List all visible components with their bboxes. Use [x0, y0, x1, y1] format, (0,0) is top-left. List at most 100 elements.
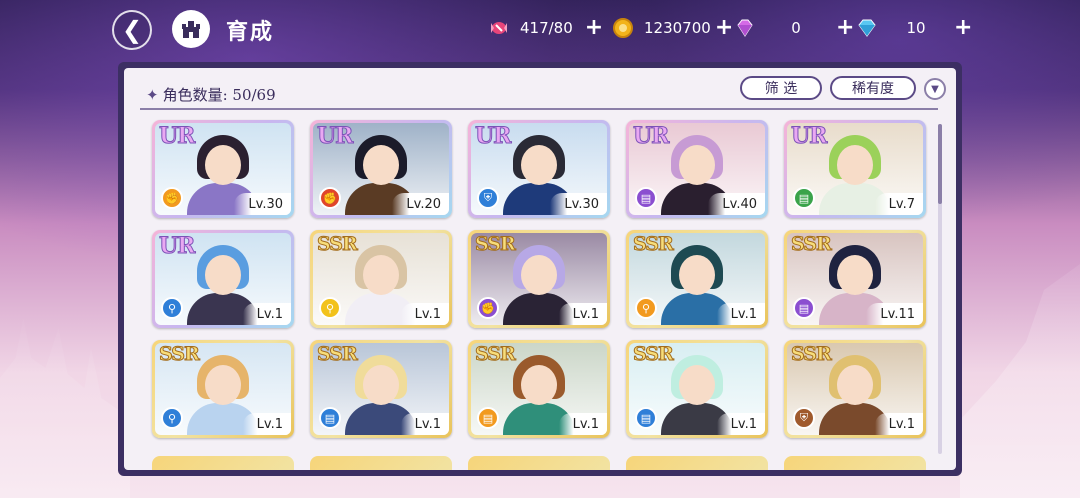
level-label: Lv.7: [874, 193, 923, 215]
background-castle: [0, 318, 130, 498]
level-label: Lv.1: [874, 413, 923, 435]
rarity-badge: UR: [632, 123, 669, 150]
character-card[interactable]: SSR ⚲ Lv.1: [310, 230, 452, 328]
gold-coin-icon: [612, 17, 634, 39]
book-class-icon: ▤: [319, 407, 341, 429]
level-label: Lv.11: [866, 303, 923, 325]
book-class-icon: ▤: [477, 407, 499, 429]
shield-class-icon: ⛨: [477, 187, 499, 209]
sort-order-button[interactable]: ▼: [924, 78, 946, 100]
book-class-icon: ▤: [635, 187, 657, 209]
character-art: SSR ⚲ Lv.1: [629, 233, 765, 325]
character-art: SSR ⚲ Lv.1: [155, 343, 291, 435]
rarity-badge: SSR: [791, 343, 833, 366]
character-face: [363, 365, 399, 405]
page-title: 育成: [226, 20, 275, 45]
level-label: Lv.1: [400, 413, 449, 435]
character-card[interactable]: SSR ▤ Lv.11: [784, 230, 926, 328]
rarity-badge: UR: [790, 123, 827, 150]
add-diamond-button[interactable]: +: [954, 17, 972, 39]
scrollbar-thumb[interactable]: [938, 124, 942, 204]
character-card[interactable]: SSR ▤ Lv.1: [626, 340, 768, 438]
next-row-peek: [152, 456, 932, 470]
character-card[interactable]: SSR ✊ Lv.1: [468, 230, 610, 328]
add-pink-gem-button[interactable]: +: [836, 17, 854, 39]
character-card[interactable]: UR ▤ Lv.7: [784, 120, 926, 218]
book-class-icon: ▤: [793, 297, 815, 319]
card-peek: [468, 456, 610, 470]
character-art: SSR ✊ Lv.1: [471, 233, 607, 325]
add-candy-button[interactable]: +: [585, 17, 603, 39]
book-class-icon: ▤: [635, 407, 657, 429]
level-label: Lv.40: [708, 193, 765, 215]
character-face: [205, 145, 241, 185]
castle-icon: [182, 21, 200, 38]
rarity-badge: SSR: [633, 343, 675, 366]
character-art: SSR ▤ Lv.1: [313, 343, 449, 435]
wand-class-icon: ⚲: [161, 407, 183, 429]
rarity-sort-button[interactable]: 稀有度: [830, 76, 916, 100]
character-count: ✦ 角色数量: 50/69: [146, 86, 276, 104]
resource-candy: 417/80 +: [488, 16, 603, 40]
character-face: [521, 365, 557, 405]
character-art: SSR ▤ Lv.1: [629, 343, 765, 435]
rarity-badge: SSR: [317, 233, 359, 256]
fist-class-icon: ✊: [319, 187, 341, 209]
character-card[interactable]: SSR ⚲ Lv.1: [626, 230, 768, 328]
pink-gem-value: 0: [791, 19, 801, 37]
character-art: SSR ⚲ Lv.1: [313, 233, 449, 325]
character-card[interactable]: SSR ⛨ Lv.1: [784, 340, 926, 438]
character-card[interactable]: UR ⚲ Lv.1: [152, 230, 294, 328]
chevron-down-icon: ▼: [931, 83, 939, 95]
character-art: SSR ▤ Lv.1: [471, 343, 607, 435]
character-face: [205, 255, 241, 295]
back-button[interactable]: ❮: [112, 10, 152, 50]
rarity-badge: UR: [158, 233, 195, 260]
rarity-badge: UR: [474, 123, 511, 150]
character-art: UR ✊ Lv.20: [313, 123, 449, 215]
panel-header: ✦ 角色数量: 50/69 筛 选 稀有度 ▼: [124, 68, 956, 110]
character-art: UR ⚲ Lv.1: [155, 233, 291, 325]
character-card[interactable]: SSR ▤ Lv.1: [310, 340, 452, 438]
character-panel: ✦ 角色数量: 50/69 筛 选 稀有度 ▼ UR ✊ Lv.30 UR ✊ …: [118, 62, 962, 476]
character-face: [679, 365, 715, 405]
rarity-badge: UR: [316, 123, 353, 150]
character-art: UR ✊ Lv.30: [155, 123, 291, 215]
gold-value: 1230700: [644, 19, 711, 37]
level-label: Lv.1: [716, 413, 765, 435]
character-face: [205, 365, 241, 405]
home-button[interactable]: [172, 10, 210, 48]
fist-class-icon: ✊: [477, 297, 499, 319]
level-label: Lv.20: [392, 193, 449, 215]
rarity-badge: SSR: [633, 233, 675, 256]
character-panel-inner: ✦ 角色数量: 50/69 筛 选 稀有度 ▼ UR ✊ Lv.30 UR ✊ …: [124, 68, 956, 470]
wand-class-icon: ⚲: [319, 297, 341, 319]
filter-button[interactable]: 筛 选: [740, 76, 822, 100]
character-art: SSR ⛨ Lv.1: [787, 343, 923, 435]
rarity-badge: SSR: [317, 343, 359, 366]
shield-class-icon: ⛨: [793, 407, 815, 429]
character-card[interactable]: UR ✊ Lv.20: [310, 120, 452, 218]
character-card[interactable]: UR ⛨ Lv.30: [468, 120, 610, 218]
character-face: [521, 255, 557, 295]
character-card[interactable]: UR ✊ Lv.30: [152, 120, 294, 218]
rarity-badge: SSR: [791, 233, 833, 256]
add-gold-button[interactable]: +: [715, 17, 733, 39]
character-card[interactable]: SSR ⚲ Lv.1: [152, 340, 294, 438]
diamond-value: 10: [906, 19, 926, 37]
character-face: [837, 365, 873, 405]
level-label: Lv.1: [716, 303, 765, 325]
character-card[interactable]: UR ▤ Lv.40: [626, 120, 768, 218]
level-label: Lv.1: [400, 303, 449, 325]
book-class-icon: ▤: [793, 187, 815, 209]
character-face: [521, 145, 557, 185]
character-face: [679, 255, 715, 295]
level-label: Lv.1: [242, 303, 291, 325]
card-peek: [626, 456, 768, 470]
pink-gem-icon: [734, 17, 756, 39]
blue-diamond-icon: [856, 17, 878, 39]
scrollbar[interactable]: [938, 124, 942, 454]
character-card[interactable]: SSR ▤ Lv.1: [468, 340, 610, 438]
character-face: [837, 145, 873, 185]
character-face: [363, 145, 399, 185]
